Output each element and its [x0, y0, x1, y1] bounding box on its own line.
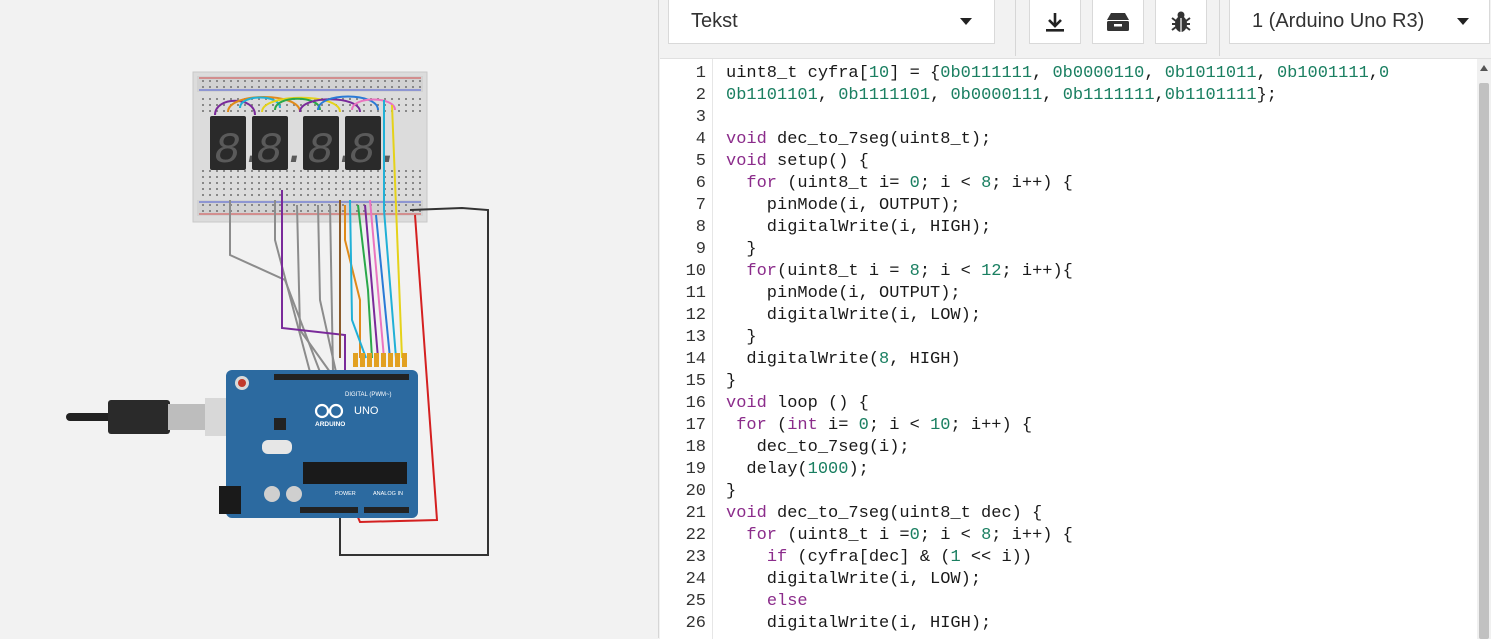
code-line[interactable]: } [726, 371, 736, 393]
line-number: 22 [685, 526, 706, 545]
scroll-up-icon[interactable] [1480, 65, 1488, 71]
code-line[interactable]: delay(1000); [726, 459, 868, 481]
header-pin[interactable] [353, 353, 358, 367]
code-panel: Tekst 1 (Arduino Uno R3) 1 2 3 4 5 6 7 8… [658, 0, 1491, 639]
line-number: 9 [695, 240, 706, 259]
line-number: 24 [685, 570, 706, 589]
editor-mode-dropdown[interactable]: Tekst [668, 0, 995, 44]
code-line[interactable]: void dec_to_7seg(uint8_t dec) { [726, 503, 1042, 525]
code-line[interactable]: digitalWrite(i, HIGH); [726, 613, 991, 635]
board-brand-label: ARDUINO [315, 421, 345, 428]
analog-header-label: ANALOG IN [373, 491, 403, 497]
line-number: 3 [695, 108, 706, 127]
line-number: 11 [685, 284, 706, 303]
code-line[interactable]: digitalWrite(i, LOW); [726, 305, 981, 327]
download-button[interactable] [1029, 0, 1081, 44]
line-number: 23 [685, 548, 706, 567]
line-number: 17 [685, 416, 706, 435]
line-number: 4 [695, 130, 706, 149]
bug-icon [1171, 11, 1191, 32]
line-number: 18 [685, 438, 706, 457]
line-number: 13 [685, 328, 706, 347]
display-digit: 8. [256, 126, 309, 176]
line-number: 21 [685, 504, 706, 523]
line-number: 10 [685, 262, 706, 281]
code-line[interactable]: for (uint8_t i= 0; i < 8; i++) { [726, 173, 1072, 195]
code-line[interactable]: uint8_t cyfra[10] = {0b0111111, 0b000011… [726, 63, 1389, 85]
code-line[interactable]: } [726, 481, 736, 503]
header-pin[interactable] [381, 353, 386, 367]
line-number: 8 [695, 218, 706, 237]
code-line[interactable]: void setup() { [726, 151, 869, 173]
debugger-button[interactable] [1155, 0, 1207, 44]
device-dropdown[interactable]: 1 (Arduino Uno R3) [1229, 0, 1490, 44]
components-box-icon [1107, 12, 1129, 31]
circuit-canvas[interactable]: 8. 8. 8. 8. DIGITAL (PWM~) UNO ARDUINO P… [0, 0, 658, 638]
code-line[interactable]: } [726, 327, 756, 349]
chevron-down-icon [960, 18, 972, 25]
components-button[interactable] [1092, 0, 1144, 44]
line-number: 7 [695, 196, 706, 215]
scrollbar-thumb[interactable] [1479, 83, 1489, 639]
line-number: 16 [685, 394, 706, 413]
code-line[interactable]: pinMode(i, OUTPUT); [726, 283, 961, 305]
line-number: 25 [685, 592, 706, 611]
code-editor[interactable]: 1 2 3 4 5 6 7 8 9 10 11 12 13 14 15 16 17 18 19 20 21 22 23 24 2… [660, 58, 1491, 639]
code-line[interactable]: else [726, 591, 808, 613]
code-line[interactable]: for (uint8_t i =0; i < 8; i++) { [726, 525, 1072, 547]
code-line[interactable]: dec_to_7seg(i); [726, 437, 910, 459]
line-number: 20 [685, 482, 706, 501]
editor-scrollbar[interactable] [1477, 59, 1491, 639]
line-number: 2 [695, 86, 706, 105]
header-pin[interactable] [367, 353, 372, 367]
header-pin[interactable] [388, 353, 393, 367]
code-line[interactable]: digitalWrite(8, HIGH) [726, 349, 960, 371]
circuit-drawing: 8.8.8.8. DIGITAL (PWM~) UNO ARDUINO POWE… [66, 71, 489, 556]
board-model-label: UNO [354, 405, 379, 417]
device-value: 1 (Arduino Uno R3) [1252, 10, 1425, 32]
code-line[interactable]: for(uint8_t i = 8; i < 12; i++){ [726, 261, 1072, 283]
header-pin[interactable] [402, 353, 407, 367]
code-line[interactable]: 0b1101101, 0b1111101, 0b0000111, 0b11111… [726, 85, 1277, 107]
digital-header-label: DIGITAL (PWM~) [345, 392, 392, 398]
toolbar-divider [1219, 0, 1220, 56]
code-line[interactable]: digitalWrite(i, LOW); [726, 569, 981, 591]
editor-mode-value: Tekst [691, 10, 738, 32]
download-icon [1046, 12, 1064, 32]
line-number-gutter: 1 2 3 4 5 6 7 8 9 10 11 12 13 14 15 16 17 18 19 20 21 22 23 24 2… [660, 59, 713, 639]
line-number: 14 [685, 350, 706, 369]
code-line[interactable]: pinMode(i, OUTPUT); [726, 195, 961, 217]
header-pin[interactable] [395, 353, 400, 367]
toolbar-divider [1015, 0, 1016, 56]
line-number: 1 [695, 64, 706, 83]
line-number: 19 [685, 460, 706, 479]
code-line[interactable]: void dec_to_7seg(uint8_t); [726, 129, 991, 151]
header-pin[interactable] [374, 353, 379, 367]
line-number: 26 [685, 614, 706, 633]
code-line[interactable]: void loop () { [726, 393, 869, 415]
line-number: 12 [685, 306, 706, 325]
code-line[interactable]: for (int i= 0; i < 10; i++) { [726, 415, 1032, 437]
code-line[interactable]: digitalWrite(i, HIGH); [726, 217, 991, 239]
line-number: 5 [695, 152, 706, 171]
header-pin[interactable] [360, 353, 365, 367]
chevron-down-icon [1457, 18, 1469, 25]
code-toolbar: Tekst 1 (Arduino Uno R3) [659, 0, 1491, 56]
line-number: 15 [685, 372, 706, 391]
code-line[interactable]: } [726, 239, 756, 261]
line-number: 6 [695, 174, 706, 193]
power-header-label: POWER [335, 491, 356, 497]
code-line[interactable]: if (cyfra[dec] & (1 << i)) [726, 547, 1032, 569]
